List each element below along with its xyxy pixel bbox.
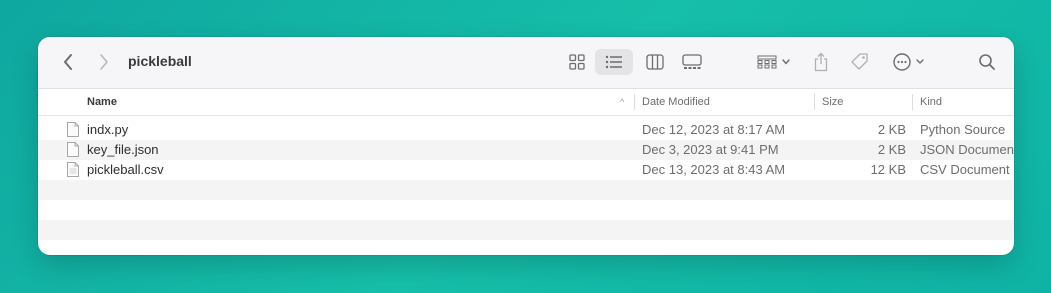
column-kind[interactable]: Kind xyxy=(920,89,942,115)
empty-row xyxy=(38,220,1014,240)
column-separator[interactable] xyxy=(912,94,913,110)
list-view-button[interactable] xyxy=(595,49,633,75)
chevron-right-icon xyxy=(100,54,108,70)
document-icon xyxy=(67,162,79,177)
chevron-left-icon xyxy=(64,54,72,70)
search-icon xyxy=(979,54,995,70)
column-name[interactable]: Name xyxy=(87,89,117,115)
file-name: key_file.json xyxy=(87,142,159,157)
share-icon xyxy=(814,52,828,72)
file-date-modified: Dec 3, 2023 at 9:41 PM xyxy=(642,142,779,157)
search-button[interactable] xyxy=(974,49,1000,75)
empty-row xyxy=(38,240,1014,255)
file-size: 2 KB xyxy=(877,142,906,157)
column-date-modified[interactable]: Date Modified xyxy=(642,89,710,115)
file-date-modified: Dec 13, 2023 at 8:43 AM xyxy=(642,162,786,177)
file-name: pickleball.csv xyxy=(87,162,164,177)
columns-icon xyxy=(646,54,664,70)
file-kind: JSON Document xyxy=(920,142,1014,157)
column-view-button[interactable] xyxy=(641,49,669,75)
file-kind: Python Source xyxy=(920,122,1006,137)
column-header: Name ^ Date Modified Size Kind xyxy=(38,89,1014,116)
file-list: indx.py Dec 12, 2023 at 8:17 AM 2 KB Pyt… xyxy=(38,120,1014,255)
sort-indicator: ^ xyxy=(620,97,625,107)
tag-icon xyxy=(851,53,868,70)
gallery-icon xyxy=(682,54,702,69)
empty-row xyxy=(38,200,1014,220)
file-row[interactable]: pickleball.csv Dec 13, 2023 at 8:43 AM 1… xyxy=(38,160,1014,180)
document-icon xyxy=(67,142,79,157)
back-button[interactable] xyxy=(55,49,81,75)
ellipsis-circle-icon xyxy=(893,53,924,71)
file-kind: CSV Document xyxy=(920,162,1010,177)
more-actions-button[interactable] xyxy=(888,49,932,75)
column-separator[interactable] xyxy=(634,94,635,110)
file-size: 12 KB xyxy=(870,162,906,177)
list-icon xyxy=(605,55,622,69)
group-button[interactable] xyxy=(752,49,796,75)
group-icon xyxy=(757,55,790,69)
share-button[interactable] xyxy=(809,49,833,75)
forward-button[interactable] xyxy=(91,49,117,75)
window-title: pickleball xyxy=(128,53,192,69)
finder-window: pickleball Name ^ Date Modified Size Kin… xyxy=(38,37,1014,255)
column-size[interactable]: Size xyxy=(822,89,843,115)
column-separator[interactable] xyxy=(814,94,815,110)
file-name: indx.py xyxy=(87,122,129,137)
grid-icon xyxy=(569,54,585,70)
file-row[interactable]: key_file.json Dec 3, 2023 at 9:41 PM 2 K… xyxy=(38,140,1014,160)
icon-view-button[interactable] xyxy=(564,49,590,75)
file-row[interactable]: indx.py Dec 12, 2023 at 8:17 AM 2 KB Pyt… xyxy=(38,120,1014,140)
file-date-modified: Dec 12, 2023 at 8:17 AM xyxy=(642,122,786,137)
gallery-view-button[interactable] xyxy=(678,49,706,75)
empty-row xyxy=(38,180,1014,200)
tag-button[interactable] xyxy=(847,49,873,75)
file-size: 2 KB xyxy=(877,122,906,137)
document-icon xyxy=(67,122,79,137)
toolbar: pickleball xyxy=(38,37,1014,89)
